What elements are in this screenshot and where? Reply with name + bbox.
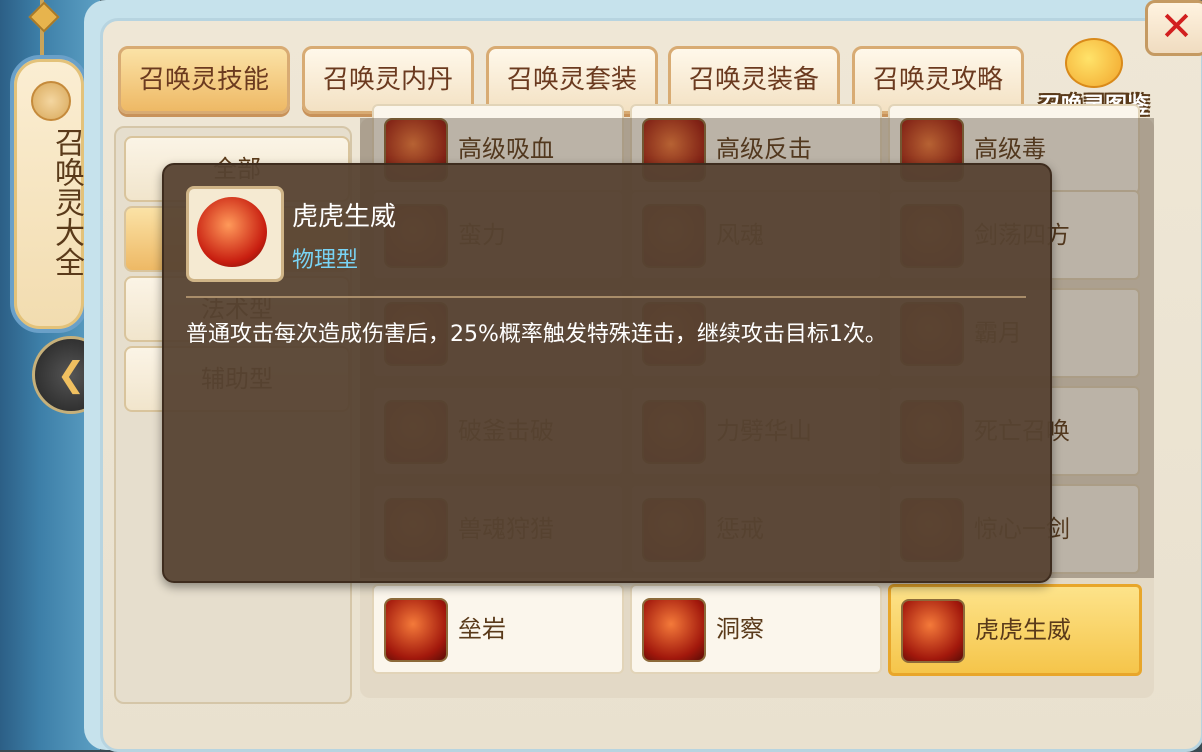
skill-icon	[384, 598, 448, 662]
skill-cell[interactable]: 垒岩	[372, 584, 624, 674]
summon-atlas-button[interactable]: 召唤灵图鉴	[1030, 38, 1158, 119]
tab-summon-skills[interactable]: 召唤灵技能	[118, 46, 290, 114]
summon-encyclopedia-banner: 召唤灵大全	[10, 55, 88, 333]
close-icon: ✕	[1159, 4, 1194, 50]
skill-cell[interactable]: 虎虎生威	[888, 584, 1142, 676]
chevron-left-icon: ❮	[56, 355, 86, 395]
skill-name: 虎虎生威	[975, 616, 1071, 644]
banner-title: 召唤灵大全	[49, 127, 84, 277]
tooltip-description: 普通攻击每次造成伤害后，25%概率触发特殊连击，继续攻击目标1次。	[186, 322, 887, 347]
skill-cell[interactable]: 洞察	[630, 584, 882, 674]
skill-icon	[642, 598, 706, 662]
tooltip-skill-icon	[186, 186, 284, 282]
smiley-mascot-icon	[1065, 38, 1123, 88]
tooltip-divider	[186, 296, 1026, 298]
tooltip-skill-name: 虎虎生威	[292, 202, 397, 232]
skill-name: 洞察	[716, 615, 764, 643]
tooltip-skill-type: 物理型	[292, 248, 359, 273]
tiger-skill-icon	[197, 197, 267, 267]
cloud-emblem-icon	[31, 81, 71, 121]
skill-name: 垒岩	[458, 615, 506, 643]
skill-icon	[901, 599, 965, 663]
